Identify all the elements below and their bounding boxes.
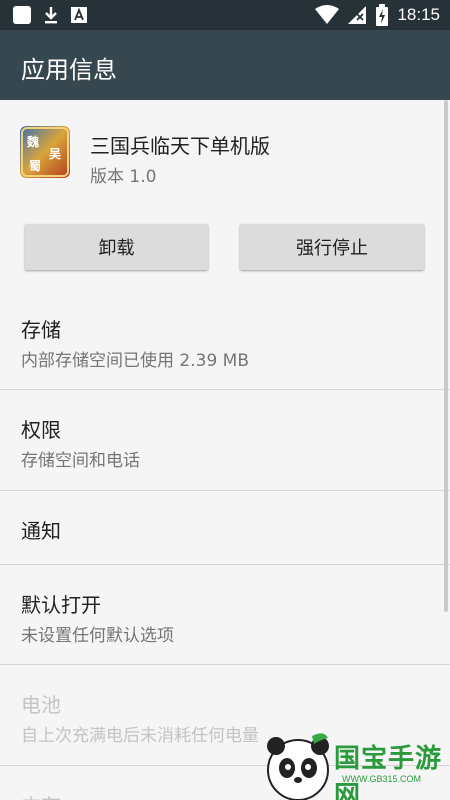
list-item-subtitle: 内部存储空间已使用 2.39 MB [21, 351, 249, 371]
list-item-storage[interactable]: 存储 内部存储空间已使用 2.39 MB [0, 290, 450, 390]
a-notification-icon [71, 7, 87, 23]
battery-charging-icon [376, 4, 389, 26]
watermark-text: 国宝手游网 [334, 744, 443, 800]
list-item-title: 权限 [21, 418, 61, 442]
app-icon-char-wei: 魏 [26, 134, 39, 149]
list-item-notifications[interactable]: 通知 [0, 491, 450, 565]
app-icon: 魏 吴 蜀 [20, 126, 70, 178]
app-icon-char-wu: 吴 [49, 147, 62, 161]
list-item-permissions[interactable]: 权限 存储空间和电话 [0, 390, 450, 491]
app-name: 三国兵临天下单机版 [90, 134, 270, 158]
page-title: 应用信息 [21, 56, 117, 84]
list-item-subtitle: 未设置任何默认选项 [21, 626, 174, 646]
app-header: 魏 吴 蜀 三国兵临天下单机版 版本 1.0 [0, 100, 450, 210]
list-item-title: 默认打开 [21, 593, 101, 617]
status-bar: 18:15 [0, 0, 450, 30]
app-bar: 应用信息 [0, 30, 450, 100]
list-item-title: 存储 [21, 318, 61, 342]
uninstall-button[interactable]: 卸载 [25, 224, 208, 270]
signal-icon [348, 6, 367, 24]
list-item-title: 电池 [21, 693, 61, 717]
list-item-title: 通知 [21, 519, 61, 543]
wifi-icon [315, 5, 340, 24]
list-item-subtitle: 自上次充满电后未消耗任何电量 [21, 726, 259, 746]
list-item-open-by-default[interactable]: 默认打开 未设置任何默认选项 [0, 565, 450, 665]
list-item-subtitle: 存储空间和电话 [21, 451, 140, 471]
panda-logo-icon [267, 733, 329, 800]
force-stop-button[interactable]: 强行停止 [240, 224, 424, 270]
status-time: 18:15 [397, 5, 440, 24]
list-item-title: 内存 [21, 790, 61, 800]
watermark-url: WWW.GB315.COM [342, 774, 422, 784]
app-icon-char-shu: 蜀 [29, 159, 41, 173]
download-icon [45, 7, 57, 24]
app-info-content: 魏 吴 蜀 三国兵临天下单机版 版本 1.0 卸载 强行停止 存储 内部存储空间… [0, 100, 450, 800]
square-notification-icon [13, 6, 31, 24]
watermark: 国宝手游网 WWW.GB315.COM [262, 730, 450, 800]
scrollbar[interactable] [444, 100, 448, 612]
app-version: 版本 1.0 [90, 167, 157, 187]
